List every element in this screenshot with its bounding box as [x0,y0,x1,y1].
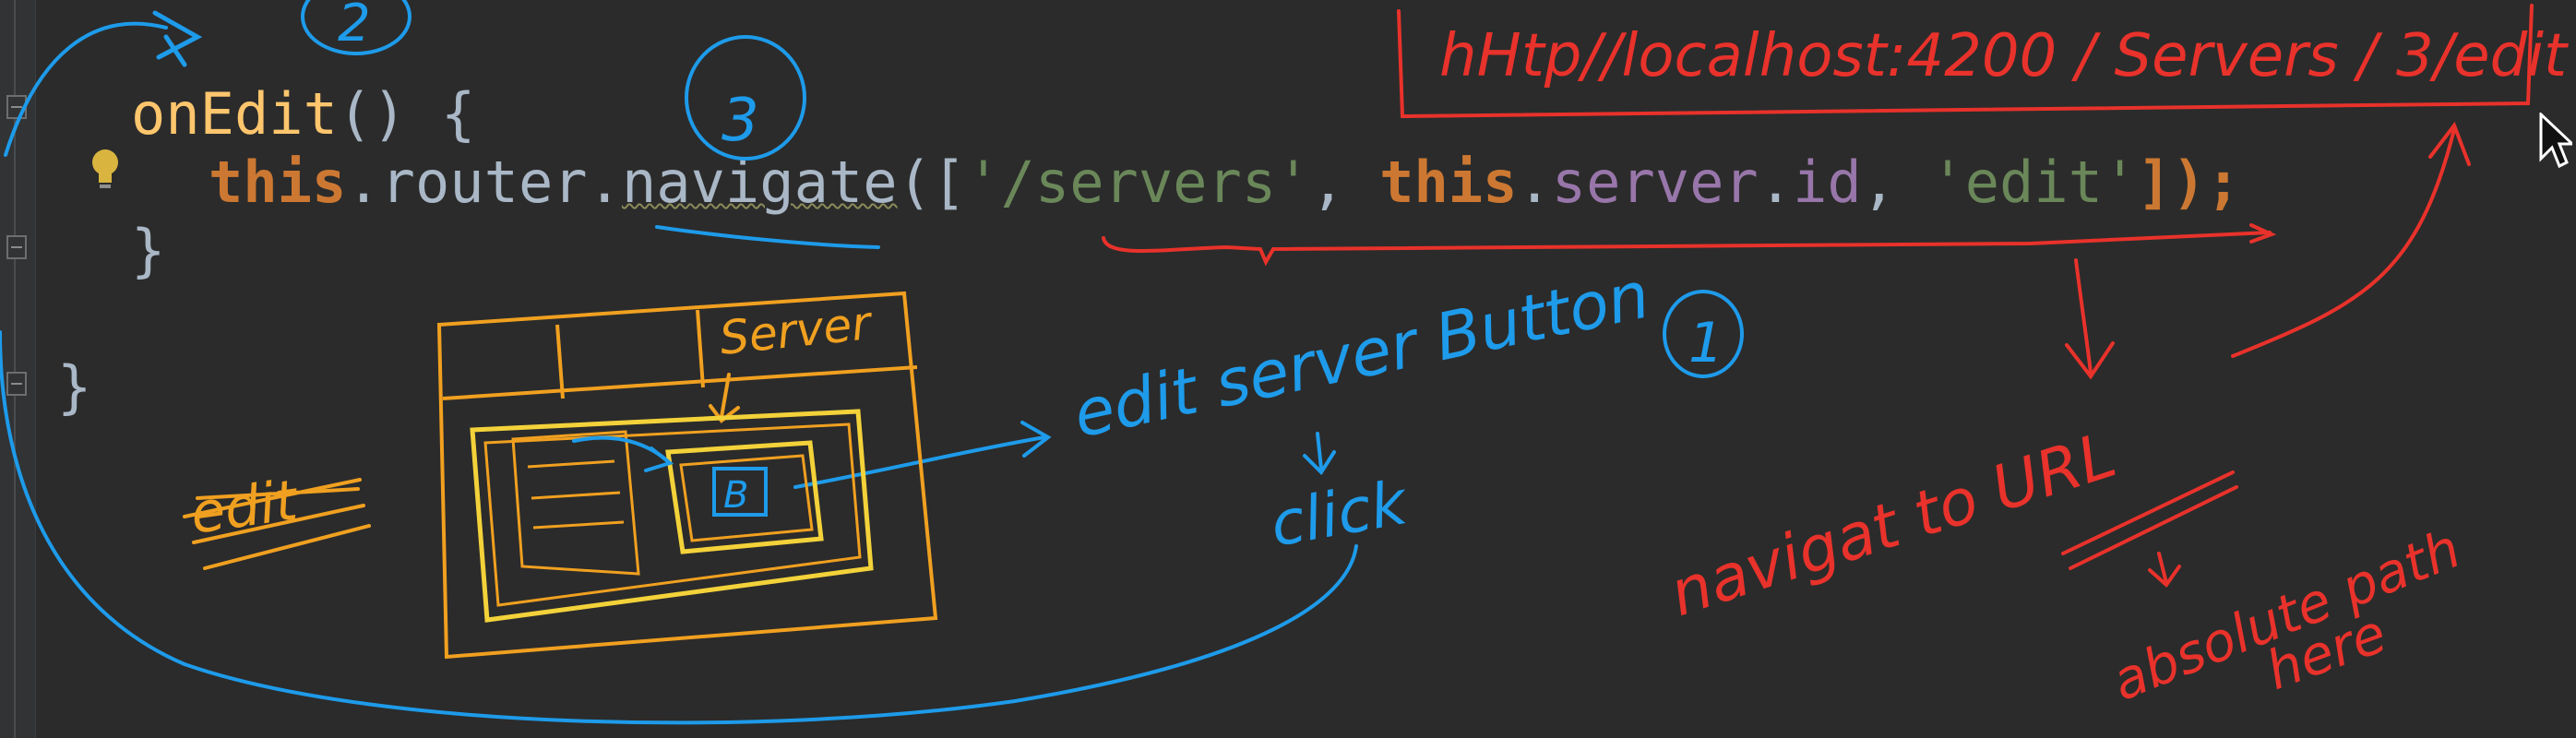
step-1-label: 1 [1688,311,1723,375]
navigate-underline [655,225,880,249]
url-annotation: hHtp//localhost:4200 / Servers / 3/edit [1439,22,2570,90]
down-arrow [2074,258,2093,375]
mouse-cursor-icon [2539,113,2572,169]
top-pointer-arrowhead [152,10,203,67]
arguments-brace [1102,231,2272,267]
wireframe-list-line [527,459,615,469]
step-3-label: 3 [722,87,759,155]
url-underline-2 [2069,485,2238,570]
button-sketch-label: B [723,474,748,517]
wireframe-list-line [532,520,625,530]
step-2-label: 2 [338,0,371,54]
navigate-to-url-annotation: navigat to URL [1662,419,2125,631]
down-to-click-arrow [1303,432,1336,476]
top-pointer-arrow [4,21,168,157]
up-arrow [2231,127,2456,358]
edit-server-button-annotation: edit server Button [1067,256,1655,452]
wireframe-tab-divider [696,309,705,388]
scribbled-edit: edit [183,468,371,570]
wireframe-list-line [531,491,621,500]
annotation-overlay: hHtp//localhost:4200 / Servers / 3/edit … [0,0,2570,725]
small-down-arrow [2148,552,2181,588]
click-annotation: click [1265,467,1413,561]
screenshot: onEdit() { this.router.navigate(['/serve… [0,0,2576,738]
servers-tab-label: Server [717,296,877,365]
wireframe-list-panel [511,430,640,576]
wireframe-tab-divider [555,324,565,399]
wireframe-header-line [442,365,918,400]
app-wireframe-sketch: Server B [436,291,938,660]
scribbled-edit-label: edit [186,468,303,547]
